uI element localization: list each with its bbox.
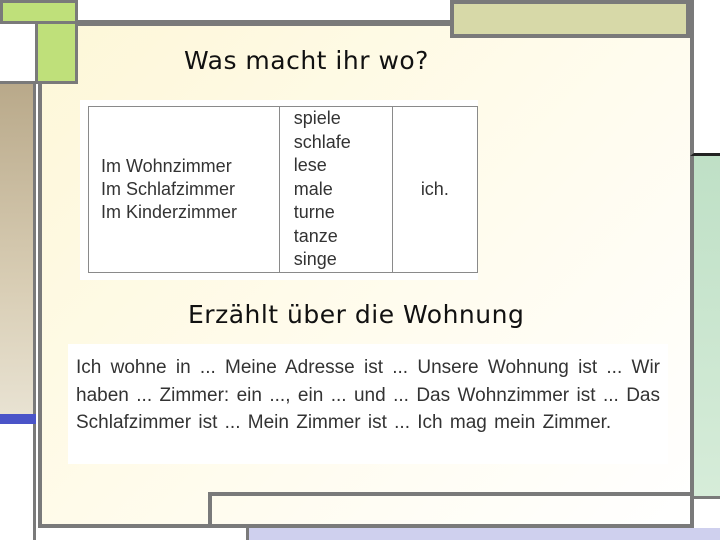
decor-right-green-stripe	[690, 156, 720, 496]
room-item: Im Wohnzimmer	[101, 155, 232, 176]
heading-erzaehlt-ueber-die-wohnung: Erzählt über die Wohnung	[188, 300, 525, 329]
heading-was-macht-ihr-wo: Was macht ihr wo?	[184, 46, 429, 75]
verb-item: tanze	[293, 225, 338, 246]
decor-left-tan-stripe	[0, 84, 36, 414]
verb-item: spiele	[293, 108, 341, 128]
decor-bottom-violet-block	[246, 528, 720, 540]
decor-left-white-block	[0, 24, 38, 84]
substitution-table: Im Wohnzimmer Im Schlafzimmer Im Kinderz…	[88, 106, 479, 273]
substitution-table-image: Im Wohnzimmer Im Schlafzimmer Im Kinderz…	[80, 100, 479, 280]
prompt-text: Ich wohne in ... Meine Adresse ist ... U…	[76, 357, 660, 433]
decor-bottom-frame	[208, 492, 690, 528]
decor-top-line	[78, 20, 450, 24]
verb-item: turne	[293, 202, 335, 222]
verb-item: singe	[293, 249, 337, 269]
decor-olive-block	[450, 0, 690, 38]
pronoun-column: ich.	[391, 106, 479, 273]
verb-item: schlafe	[293, 131, 351, 152]
decor-blue-bar	[0, 414, 36, 424]
verbs-column: spiele schlafe lese male turne tanze sin…	[278, 106, 393, 273]
decor-left-bottom-block	[0, 424, 36, 540]
rooms-column: Im Wohnzimmer Im Schlafzimmer Im Kinderz…	[88, 106, 280, 273]
room-item: Im Schlafzimmer	[101, 178, 236, 199]
room-item: Im Kinderzimmer	[101, 201, 238, 222]
decor-right-white-block	[690, 0, 720, 156]
decor-green-block-top	[0, 0, 78, 24]
verb-item: male	[293, 178, 333, 199]
decor-green-block	[38, 24, 78, 84]
prompt-text-panel: Ich wohne in ... Meine Adresse ist ... U…	[68, 344, 668, 464]
verb-item: lese	[293, 155, 327, 175]
